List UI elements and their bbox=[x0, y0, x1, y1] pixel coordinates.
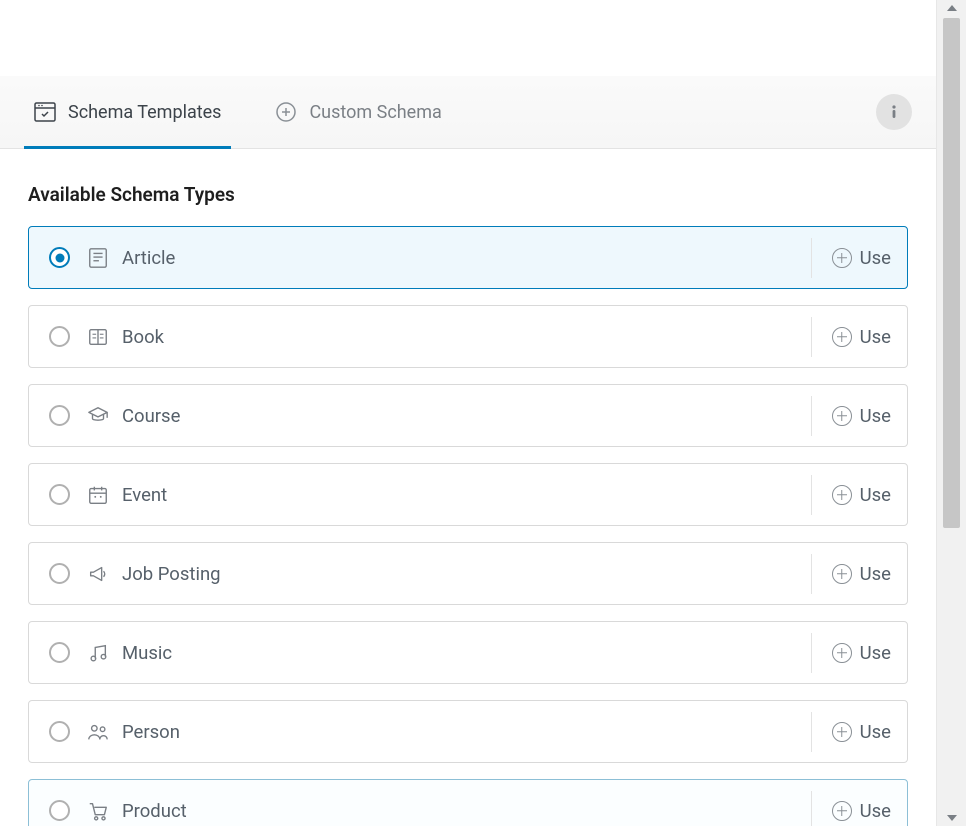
scrollbar-thumb[interactable] bbox=[943, 18, 960, 528]
use-label: Use bbox=[860, 642, 891, 664]
article-icon bbox=[86, 246, 110, 270]
megaphone-icon bbox=[86, 562, 110, 586]
radio-music[interactable] bbox=[49, 642, 70, 663]
use-label: Use bbox=[860, 405, 891, 427]
use-button-course[interactable]: Use bbox=[811, 396, 891, 436]
plus-circle-icon bbox=[832, 485, 852, 505]
use-button-product[interactable]: Use bbox=[811, 791, 891, 826]
schema-row-book[interactable]: Book Use bbox=[28, 305, 908, 368]
header-blank-area bbox=[0, 0, 936, 76]
info-icon bbox=[884, 102, 904, 122]
use-button-book[interactable]: Use bbox=[811, 317, 891, 357]
plus-circle-icon bbox=[832, 722, 852, 742]
use-label: Use bbox=[860, 484, 891, 506]
use-label: Use bbox=[860, 800, 891, 822]
schema-label: Course bbox=[122, 405, 811, 427]
book-icon bbox=[86, 325, 110, 349]
use-button-job-posting[interactable]: Use bbox=[811, 554, 891, 594]
use-button-event[interactable]: Use bbox=[811, 475, 891, 515]
event-icon bbox=[86, 483, 110, 507]
use-label: Use bbox=[860, 326, 891, 348]
plus-circle-icon bbox=[832, 801, 852, 821]
schema-label: Music bbox=[122, 642, 811, 664]
plus-circle-icon bbox=[832, 643, 852, 663]
tab-label: Custom Schema bbox=[309, 102, 441, 123]
use-button-article[interactable]: Use bbox=[811, 238, 891, 278]
schema-label: Book bbox=[122, 326, 811, 348]
radio-product[interactable] bbox=[49, 800, 70, 821]
radio-person[interactable] bbox=[49, 721, 70, 742]
radio-book[interactable] bbox=[49, 326, 70, 347]
cart-icon bbox=[86, 799, 110, 823]
use-label: Use bbox=[860, 563, 891, 585]
schema-label: Job Posting bbox=[122, 563, 811, 585]
schema-label: Person bbox=[122, 721, 811, 743]
plus-circle-icon bbox=[275, 101, 297, 123]
schema-label: Article bbox=[122, 247, 811, 269]
people-icon bbox=[86, 720, 110, 744]
use-label: Use bbox=[860, 247, 891, 269]
browser-scrollbar[interactable] bbox=[936, 0, 966, 826]
schema-row-product[interactable]: Product Use bbox=[28, 779, 908, 826]
schema-label: Product bbox=[122, 800, 811, 822]
radio-article[interactable] bbox=[49, 247, 70, 268]
schema-row-music[interactable]: Music Use bbox=[28, 621, 908, 684]
plus-circle-icon bbox=[832, 564, 852, 584]
info-button[interactable] bbox=[876, 94, 912, 130]
content-area: Available Schema Types Article Use Book Use… bbox=[0, 149, 936, 826]
scroll-down-arrow-icon[interactable] bbox=[947, 815, 957, 821]
plus-circle-icon bbox=[832, 248, 852, 268]
scroll-up-arrow-icon[interactable] bbox=[947, 5, 957, 11]
tab-schema-templates[interactable]: Schema Templates bbox=[24, 76, 231, 148]
music-icon bbox=[86, 641, 110, 665]
schema-row-course[interactable]: Course Use bbox=[28, 384, 908, 447]
schema-row-person[interactable]: Person Use bbox=[28, 700, 908, 763]
plus-circle-icon bbox=[832, 406, 852, 426]
course-icon bbox=[86, 404, 110, 428]
use-button-music[interactable]: Use bbox=[811, 633, 891, 673]
template-icon bbox=[34, 102, 56, 122]
schema-row-event[interactable]: Event Use bbox=[28, 463, 908, 526]
use-label: Use bbox=[860, 721, 891, 743]
schema-tabs: Schema Templates Custom Schema bbox=[0, 76, 936, 149]
schema-row-article[interactable]: Article Use bbox=[28, 226, 908, 289]
tab-label: Schema Templates bbox=[68, 102, 221, 123]
schema-label: Event bbox=[122, 484, 811, 506]
use-button-person[interactable]: Use bbox=[811, 712, 891, 752]
scrollbar-track[interactable] bbox=[943, 18, 960, 808]
section-title: Available Schema Types bbox=[28, 183, 908, 206]
radio-course[interactable] bbox=[49, 405, 70, 426]
schema-row-job-posting[interactable]: Job Posting Use bbox=[28, 542, 908, 605]
tab-custom-schema[interactable]: Custom Schema bbox=[265, 76, 451, 148]
radio-job-posting[interactable] bbox=[49, 563, 70, 584]
plus-circle-icon bbox=[832, 327, 852, 347]
schema-type-list: ArticleUseBookUseCourseUseEventUseJob Po… bbox=[28, 226, 908, 826]
radio-event[interactable] bbox=[49, 484, 70, 505]
